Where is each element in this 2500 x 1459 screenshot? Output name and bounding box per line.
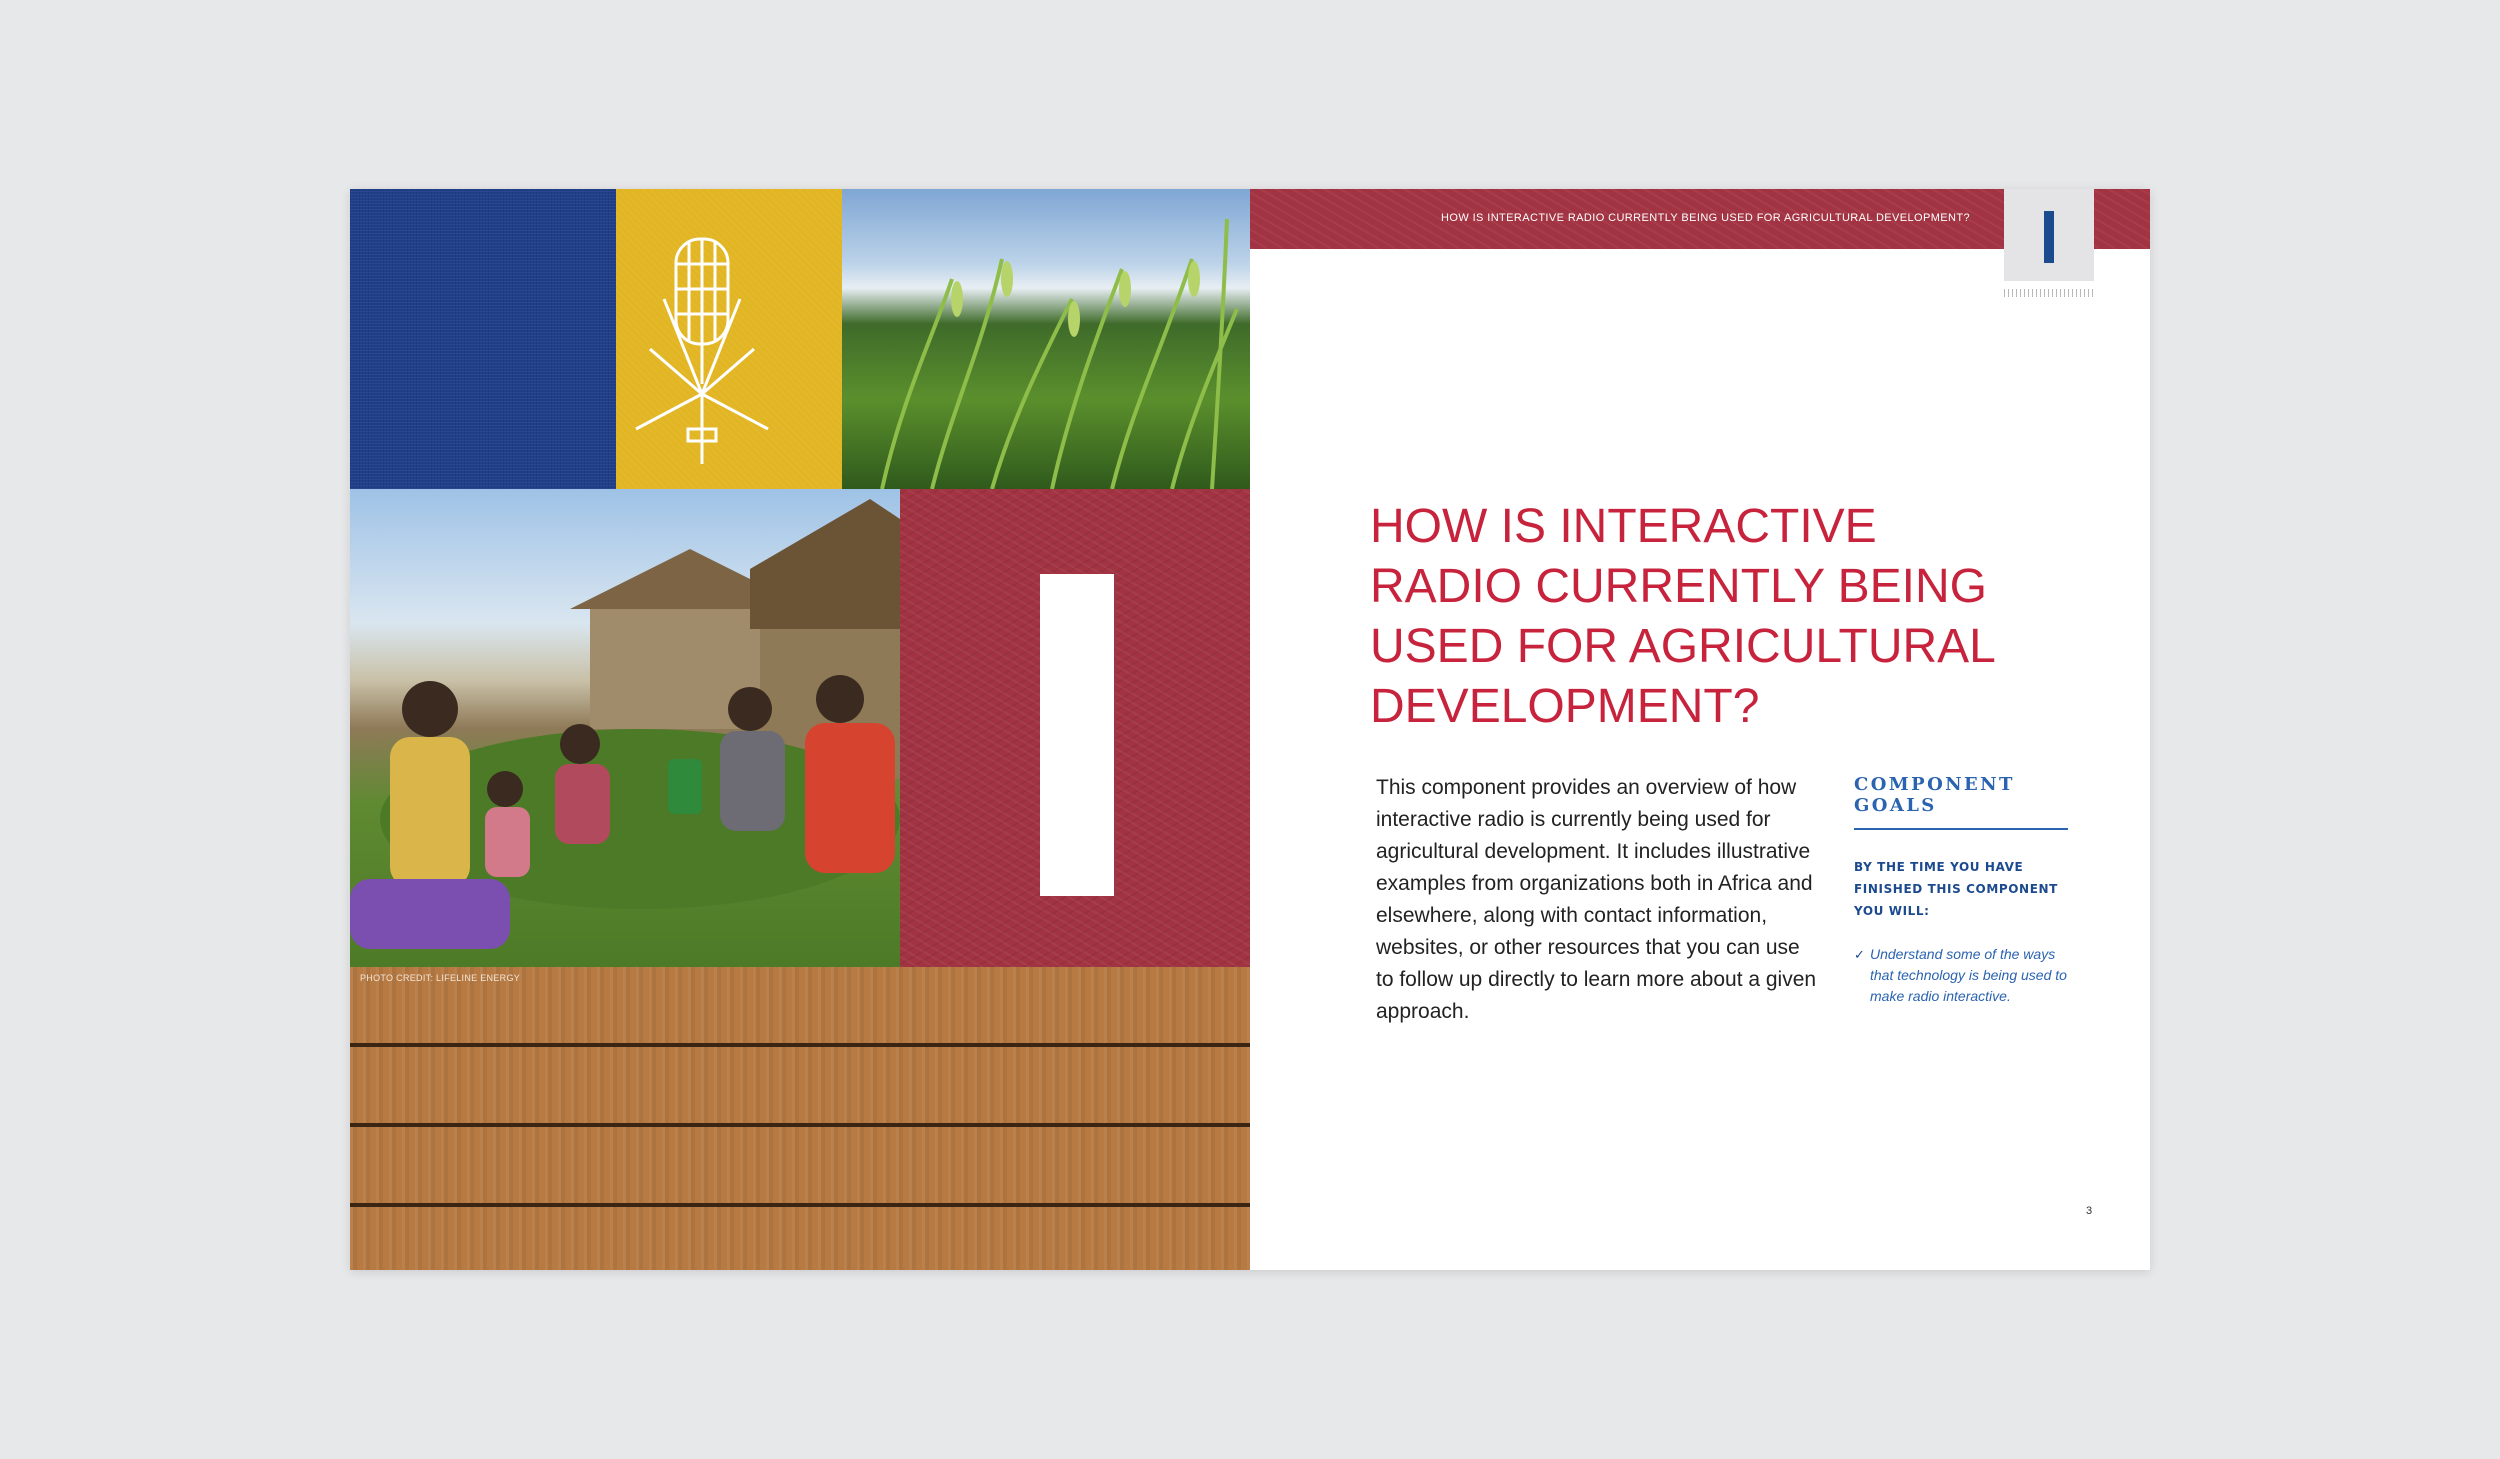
section-tab-ticks — [2004, 289, 2094, 297]
component-goals-box: COMPONENT GOALS BY THE TIME YOU HAVE FIN… — [1854, 774, 2068, 1007]
microphone-icon — [635, 237, 769, 464]
intro-paragraph: This component provides an overview of h… — [1376, 776, 1817, 1023]
photo-credit: PHOTO CREDIT: LIFELINE ENERGY — [360, 973, 521, 983]
component-goals-title: COMPONENT GOALS — [1854, 774, 2068, 830]
section-numeral-bar — [1040, 574, 1114, 896]
goal-item-text: Understand some of the ways that technol… — [1870, 946, 2067, 1004]
checkmark-icon: ✓ — [1854, 947, 1865, 962]
running-header-title: HOW IS INTERACTIVE RADIO CURRENTLY BEING… — [1441, 212, 1970, 224]
rice-field-photo — [842, 189, 1250, 489]
page-number: 3 — [2086, 1205, 2093, 1217]
blue-fabric-panel — [350, 189, 616, 489]
goal-item: ✓ Understand some of the ways that techn… — [1854, 944, 2068, 1007]
section-tab — [2004, 189, 2094, 281]
component-goals-subtitle: BY THE TIME YOU HAVE FINISHED THIS COMPO… — [1854, 860, 2058, 918]
right-page: HOW IS INTERACTIVE RADIO CURRENTLY BEING… — [1250, 189, 2150, 1270]
microphone-panel — [616, 189, 842, 489]
section-tab-numeral — [2044, 211, 2054, 263]
wood-planks-panel — [350, 967, 1250, 1270]
book-spread: PHOTO CREDIT: LIFELINE ENERGY HOW IS INT… — [350, 189, 2150, 1270]
page-title: HOW IS INTERACTIVE RADIO CURRENTLY BEING… — [1370, 500, 1995, 734]
village-scene-graphic — [350, 499, 900, 949]
component-goals-list: ✓ Understand some of the ways that techn… — [1854, 944, 2068, 1007]
rice-stalks-graphic — [880, 218, 1239, 489]
village-community-photo — [350, 489, 900, 967]
left-page: PHOTO CREDIT: LIFELINE ENERGY — [350, 189, 1250, 1270]
